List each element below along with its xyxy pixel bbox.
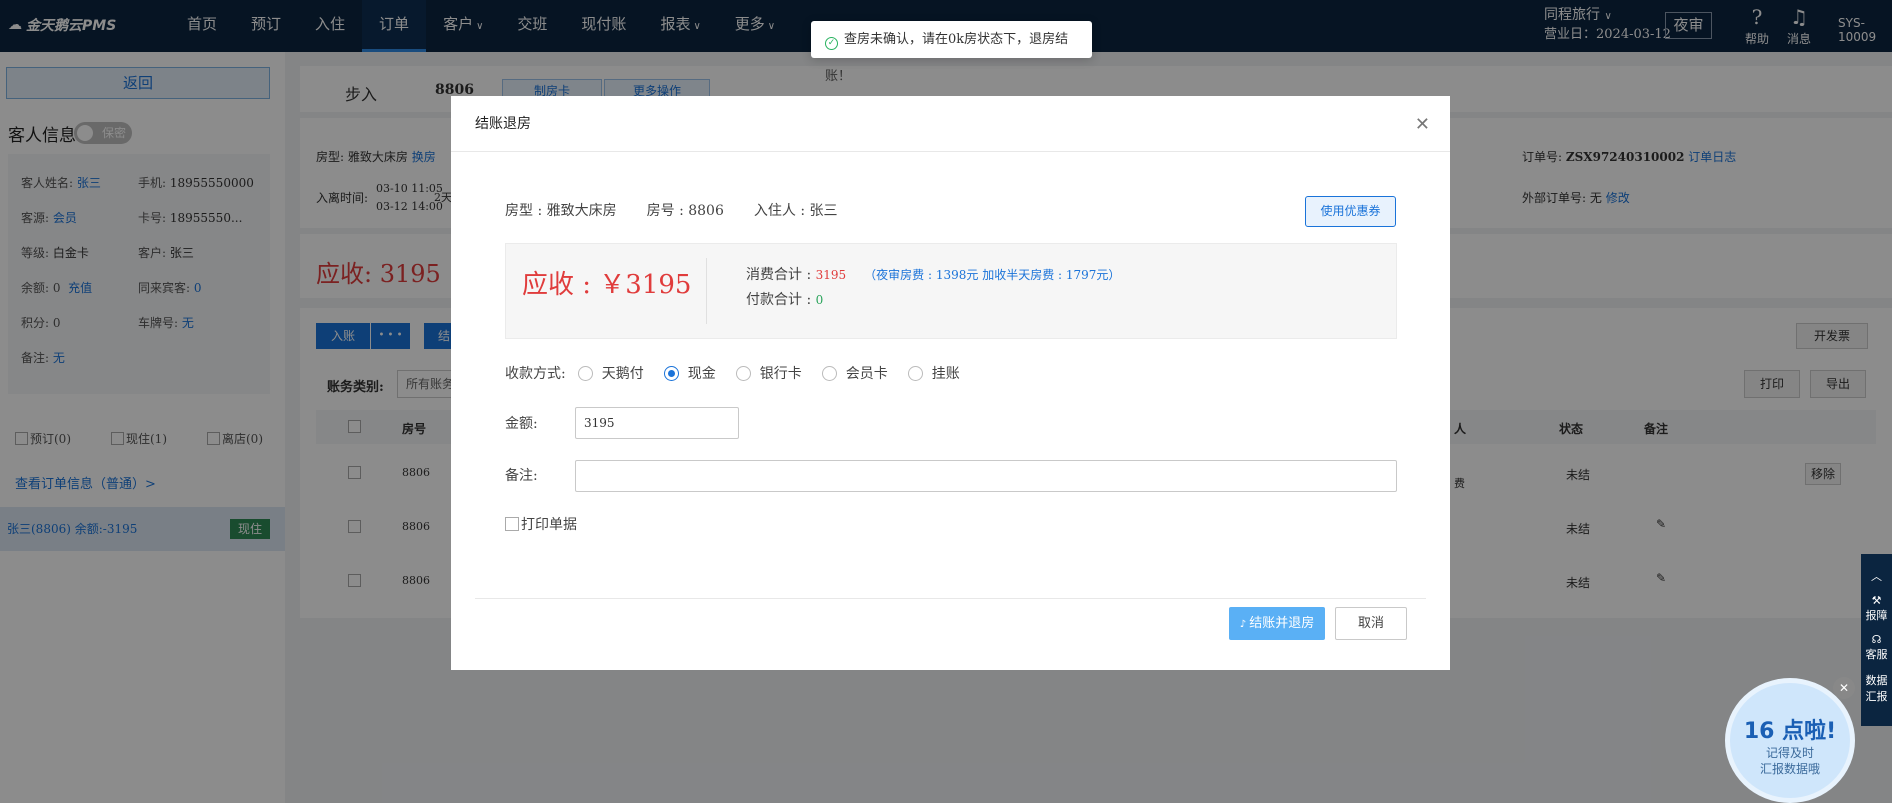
promo-bubble[interactable]: 16 点啦! 记得及时 汇报数据哦 — [1725, 678, 1855, 803]
data-report-button[interactable]: 数据汇报 — [1861, 672, 1892, 704]
guest-name: 入住人 : 张三 — [753, 203, 838, 219]
warning-toast: ✓ 查房未确认，请在0k房状态下，退房结账！ — [811, 21, 1092, 84]
radio-icon — [577, 365, 593, 381]
remark-label: 备注: — [505, 468, 538, 484]
consume-total: 消费合计 : 3195 （夜审房费 : 1398元 加收半天房费 : 1797元） — [746, 267, 1121, 283]
dialog-title: 结账退房 — [451, 96, 1450, 152]
customer-service-button[interactable]: ☊ 客服 — [1861, 633, 1892, 662]
close-icon[interactable]: ✕ — [1833, 677, 1855, 699]
footer-divider — [475, 598, 1426, 599]
room-type: 房型 : 雅致大床房 — [505, 203, 617, 219]
amount-input[interactable]: 3195 — [575, 407, 739, 439]
report-fault-button[interactable]: ⚒ 报障 — [1861, 594, 1892, 623]
headset-icon: ☊ — [1871, 633, 1882, 646]
radio-icon — [735, 365, 751, 381]
checkout-dialog: 结账退房 ✕ 房型 : 雅致大床房 房号 : 8806 入住人 : 张三 使用优… — [451, 96, 1450, 670]
room-number: 房号 : 8806 — [646, 203, 724, 219]
floating-side-panel: ︿ ⚒ 报障 ☊ 客服 数据汇报 — [1861, 554, 1892, 726]
print-receipt-checkbox[interactable]: 打印单据 — [505, 514, 577, 534]
payment-method: 收款方式: 天鹅付 现金 银行卡 会员卡 挂账 — [505, 363, 968, 383]
close-icon[interactable]: ✕ — [1415, 114, 1430, 135]
radio-icon — [821, 365, 837, 381]
collapse-chevron-icon[interactable]: ︿ — [1861, 568, 1892, 584]
use-coupon-button[interactable]: 使用优惠券 — [1305, 196, 1396, 227]
cancel-button[interactable]: 取消 — [1335, 607, 1407, 640]
room-summary: 房型 : 雅致大床房 房号 : 8806 入住人 : 张三 — [505, 200, 838, 220]
amount-label: 金额: — [505, 416, 538, 432]
remark-input[interactable] — [575, 460, 1397, 492]
divider — [706, 258, 707, 324]
amount-summary: 应收 : ￥3195 消费合计 : 3195 （夜审房费 : 1398元 加收半天… — [505, 243, 1397, 339]
checkbox[interactable] — [505, 517, 519, 531]
payment-option-swan-pay[interactable]: 天鹅付 — [577, 363, 644, 383]
radio-selected-icon — [663, 365, 679, 381]
due-amount: 应收 : ￥3195 — [522, 270, 692, 300]
payment-option-credit[interactable]: 挂账 — [907, 363, 960, 383]
check-circle-icon: ✓ — [825, 37, 838, 50]
payment-option-member-card[interactable]: 会员卡 — [821, 363, 888, 383]
payment-option-bank-card[interactable]: 银行卡 — [735, 363, 802, 383]
checkout-confirm-button[interactable]: ♪ 结账并退房 — [1229, 607, 1325, 640]
paid-total: 付款合计 : 0 — [746, 292, 824, 308]
payment-option-cash[interactable]: 现金 — [663, 363, 716, 383]
wrench-icon: ⚒ — [1871, 594, 1882, 607]
radio-icon — [907, 365, 923, 381]
